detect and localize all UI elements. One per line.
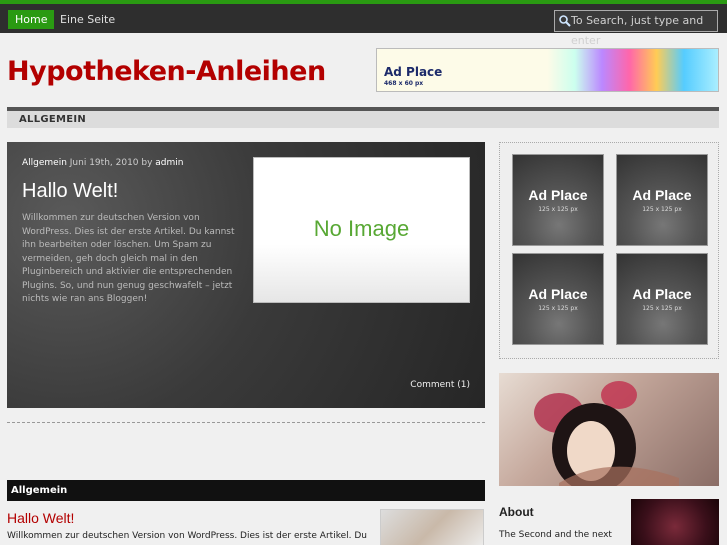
featured-category-link[interactable]: Allgemein [22, 158, 67, 168]
banner-ad-size: 468 x 60 px [384, 80, 424, 87]
section-heading-bar: Allgemein [7, 480, 485, 501]
sidebar-photo-image [534, 381, 679, 486]
sidebar-ad-size: 125 x 125 px [538, 206, 578, 213]
featured-post-meta: Allgemein Juni 19th, 2010 by admin [22, 158, 183, 168]
sidebar-ad-title: Ad Place [632, 187, 692, 203]
post-excerpt: Willkommen zur deutschen Version von Wor… [7, 531, 367, 541]
sidebar-photo[interactable] [499, 373, 719, 486]
category-link-allgemein[interactable]: ALLGEMEIN [19, 114, 86, 125]
sidebar-ad-size: 125 x 125 px [642, 206, 682, 213]
featured-post-excerpt: Willkommen zur deutschen Version von Wor… [22, 213, 235, 304]
section-heading: Allgemein [11, 485, 68, 496]
sidebar-ad-title: Ad Place [632, 286, 692, 302]
sidebar-ad-4[interactable]: Ad Place 125 x 125 px [616, 253, 708, 345]
featured-image-placeholder[interactable]: No Image [253, 157, 470, 303]
sidebar-ad-box: Ad Place 125 x 125 px Ad Place 125 x 125… [499, 142, 719, 359]
search-input[interactable]: To Search, just type and enter [554, 10, 718, 47]
featured-date: Juni 19th, 2010 by [66, 158, 156, 168]
featured-comment-link[interactable]: Comment (1) [410, 380, 470, 390]
sidebar-ad-size: 125 x 125 px [538, 305, 578, 312]
content-divider [7, 422, 485, 423]
sidebar-ad-2[interactable]: Ad Place 125 x 125 px [616, 154, 708, 246]
about-text: The Second and the next [499, 530, 612, 540]
category-bar: ALLGEMEIN [7, 107, 719, 128]
search-icon [559, 15, 571, 27]
sidebar-thumbnail[interactable] [631, 499, 719, 545]
about-heading: About [499, 505, 534, 519]
no-image-label: No Image [313, 216, 410, 241]
sidebar-ad-title: Ad Place [528, 187, 588, 203]
featured-post: Allgemein Juni 19th, 2010 by admin Hallo… [7, 142, 485, 408]
sidebar-ad-1[interactable]: Ad Place 125 x 125 px [512, 154, 604, 246]
featured-post-title[interactable]: Hallo Welt! [22, 180, 118, 203]
nav-home-link[interactable]: Home [8, 10, 55, 29]
banner-ad[interactable]: Ad Place 468 x 60 px [376, 48, 719, 92]
post-thumbnail[interactable] [380, 509, 484, 545]
banner-ad-title: Ad Place [384, 65, 443, 79]
featured-author-link[interactable]: admin [155, 158, 183, 168]
post-title[interactable]: Hallo Welt! [7, 510, 74, 526]
sidebar-ad-size: 125 x 125 px [642, 305, 682, 312]
sidebar-ad-title: Ad Place [528, 286, 588, 302]
nav-item-eine-seite[interactable]: Eine Seite [60, 10, 115, 29]
site-title[interactable]: Hypotheken-Anleihen [7, 56, 326, 87]
top-navigation-bar: Home Eine Seite To Search, just type and… [0, 0, 727, 47]
sidebar-ad-3[interactable]: Ad Place 125 x 125 px [512, 253, 604, 345]
